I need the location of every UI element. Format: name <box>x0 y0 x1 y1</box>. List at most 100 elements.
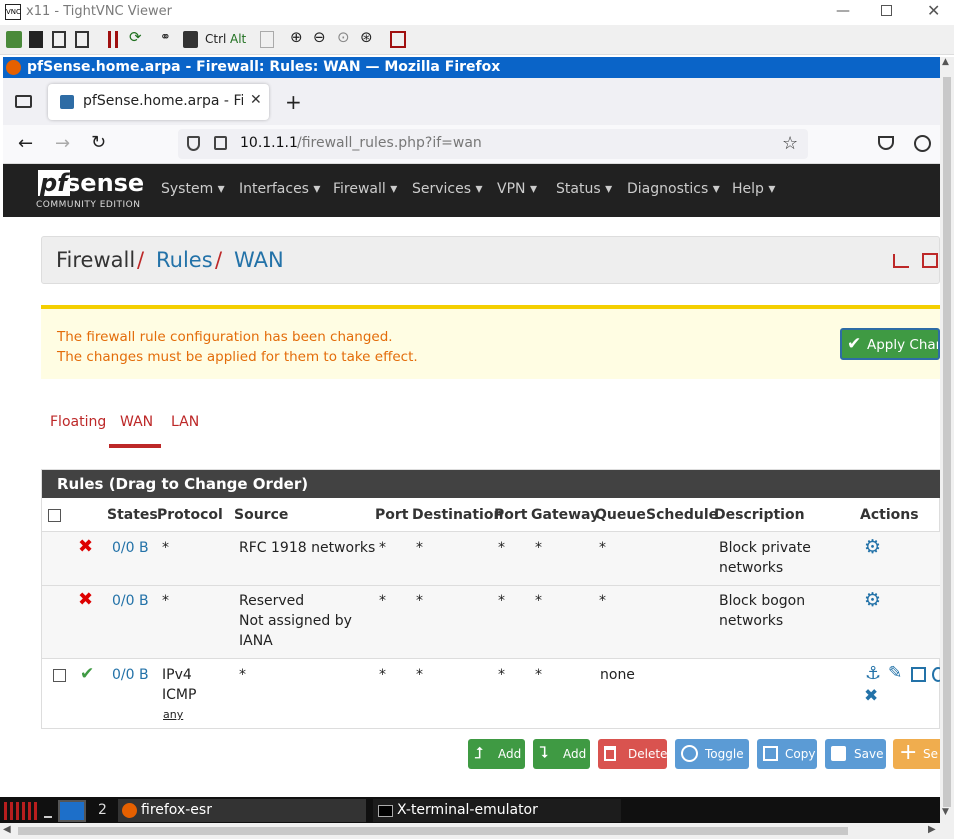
taskbar-firefox[interactable]: firefox-esr <box>118 799 366 822</box>
insecure-lock-icon[interactable] <box>214 136 227 150</box>
list-icon[interactable] <box>922 253 938 268</box>
connection-options-icon[interactable] <box>6 31 22 48</box>
panel-heading: Rules (Drag to Change Order) <box>42 470 941 498</box>
breadcrumb-wan[interactable]: WAN <box>234 248 284 272</box>
add-bottom-button[interactable]: ⮧ Add <box>533 739 590 769</box>
apply-changes-button[interactable]: ✔ Apply Chang <box>840 328 940 360</box>
alt-toggle[interactable]: Alt <box>230 32 246 49</box>
tab-wan[interactable]: WAN <box>120 414 153 430</box>
delete-x-icon[interactable]: ✖ <box>864 686 878 706</box>
clipboard-icon[interactable] <box>260 31 274 48</box>
nav-interfaces[interactable]: Interfaces ▾ <box>239 181 320 197</box>
col-queue[interactable]: Queue <box>595 507 646 523</box>
col-gateway[interactable]: Gateway <box>531 507 599 523</box>
nav-status[interactable]: Status ▾ <box>556 181 612 197</box>
info-icon[interactable] <box>52 31 66 48</box>
nav-help[interactable]: Help ▾ <box>732 181 775 197</box>
save-icon[interactable] <box>29 31 43 48</box>
tab-close-icon[interactable]: ✕ <box>250 92 262 108</box>
row2-states[interactable]: 0/0 B <box>112 591 149 611</box>
pause-icon[interactable] <box>108 31 118 48</box>
ctrl-toggle[interactable]: Ctrl <box>205 32 226 49</box>
forward-icon[interactable]: → <box>55 133 70 154</box>
breadcrumb-root: Firewall <box>56 248 136 272</box>
scroll-thumb[interactable] <box>943 77 951 807</box>
save-to-pocket-icon[interactable] <box>878 136 894 150</box>
tab-floating[interactable]: Floating <box>50 414 106 430</box>
add-top-button[interactable]: ⮥ Add <box>468 739 525 769</box>
zoom-100-icon[interactable]: ⊙ <box>337 28 350 46</box>
workspace-2[interactable]: 2 <box>98 802 107 818</box>
breadcrumb-rules[interactable]: Rules <box>156 248 213 272</box>
zoom-fit-icon[interactable]: ⊛ <box>360 28 373 46</box>
nav-system[interactable]: System ▾ <box>161 181 225 197</box>
delete-button[interactable]: Delete <box>598 739 667 769</box>
zoom-out-icon[interactable]: ⊖ <box>313 28 326 46</box>
row1-description: Block private <box>719 540 811 556</box>
row3-protocol: IPv4 <box>162 667 192 683</box>
row3-icmp-type[interactable]: any <box>163 705 183 725</box>
vertical-scrollbar[interactable]: ▲ ▼ <box>940 57 954 823</box>
select-all-checkbox[interactable] <box>48 509 61 522</box>
separator-button[interactable]: + Se <box>893 739 940 769</box>
scroll-up-icon[interactable]: ▲ <box>942 57 949 67</box>
col-description[interactable]: Description <box>714 507 805 523</box>
horizontal-scrollbar[interactable]: ◀ ▶ <box>0 823 954 839</box>
toggle-button[interactable]: Toggle <box>675 739 749 769</box>
row3-states[interactable]: 0/0 B <box>112 665 149 685</box>
close-icon[interactable]: ✕ <box>927 1 940 20</box>
active-tab[interactable]: pfSense.home.arpa - Fire ✕ <box>48 84 269 120</box>
nav-diagnostics[interactable]: Diagnostics ▾ <box>627 181 720 197</box>
reload-icon[interactable]: ↻ <box>91 132 106 153</box>
col-destination[interactable]: Destination <box>412 507 503 523</box>
nav-vpn[interactable]: VPN ▾ <box>497 181 537 197</box>
copy-button[interactable]: Copy <box>757 739 817 769</box>
scroll-down-icon[interactable]: ▼ <box>942 807 949 817</box>
minimize-icon[interactable]: — <box>836 3 850 19</box>
zoom-in-icon[interactable]: ⊕ <box>290 28 303 46</box>
url-bar[interactable]: 10.1.1.1 /firewall_rules.php?if=wan ☆ <box>178 129 808 159</box>
options-icon[interactable] <box>75 31 89 48</box>
col-protocol[interactable]: Protocol <box>157 507 223 523</box>
account-icon[interactable] <box>914 135 931 152</box>
pass-check-icon: ✔ <box>80 664 95 684</box>
refresh-icon[interactable]: ⟳ <box>129 28 142 46</box>
col-port[interactable]: Port <box>375 507 408 523</box>
copy-icon[interactable] <box>911 667 926 682</box>
alert-line-1: The firewall rule configuration has been… <box>57 329 393 345</box>
tab-lan[interactable]: LAN <box>171 414 199 430</box>
start-icon[interactable] <box>183 31 198 48</box>
maximize-icon[interactable] <box>881 5 892 16</box>
scroll-thumb[interactable] <box>18 827 848 835</box>
edit-pencil-icon[interactable]: ✎ <box>888 663 902 683</box>
col-source[interactable]: Source <box>234 507 288 523</box>
col-states[interactable]: States <box>107 507 158 523</box>
workspace-1[interactable] <box>58 800 86 822</box>
col-dport[interactable]: Port <box>494 507 527 523</box>
fullscreen-icon[interactable] <box>390 31 406 48</box>
row1-source: RFC 1918 networks <box>239 540 376 556</box>
bookmark-star-icon[interactable]: ☆ <box>782 133 798 154</box>
nav-firewall[interactable]: Firewall ▾ <box>333 181 397 197</box>
nav-services[interactable]: Services ▾ <box>412 181 483 197</box>
scroll-left-icon[interactable]: ◀ <box>3 824 11 835</box>
save-icon <box>831 746 846 761</box>
start-menu-icon[interactable] <box>4 802 38 820</box>
tab-list-icon[interactable] <box>15 95 32 108</box>
send-ctrl-alt-del-icon[interactable]: ⚭ <box>160 30 171 47</box>
anchor-icon[interactable]: ⚓ <box>865 663 881 684</box>
row1-states[interactable]: 0/0 B <box>112 538 149 558</box>
row-checkbox[interactable] <box>53 669 66 682</box>
save-button[interactable]: Save <box>825 739 886 769</box>
shield-icon[interactable] <box>187 136 200 151</box>
settings-gear-icon[interactable]: ⚙ <box>864 536 881 558</box>
taskbar-terminal[interactable]: X-terminal-emulator <box>373 799 621 822</box>
show-desktop-icon[interactable] <box>44 806 52 818</box>
settings-gear-icon[interactable]: ⚙ <box>864 589 881 611</box>
chart-icon[interactable] <box>893 254 909 268</box>
pfsense-logo[interactable]: pf sense COMMUNITY EDITION <box>36 169 146 212</box>
back-icon[interactable]: ← <box>18 133 33 154</box>
col-schedule[interactable]: Schedule <box>646 507 718 523</box>
scroll-right-icon[interactable]: ▶ <box>928 824 936 835</box>
new-tab-icon[interactable]: + <box>285 90 302 114</box>
